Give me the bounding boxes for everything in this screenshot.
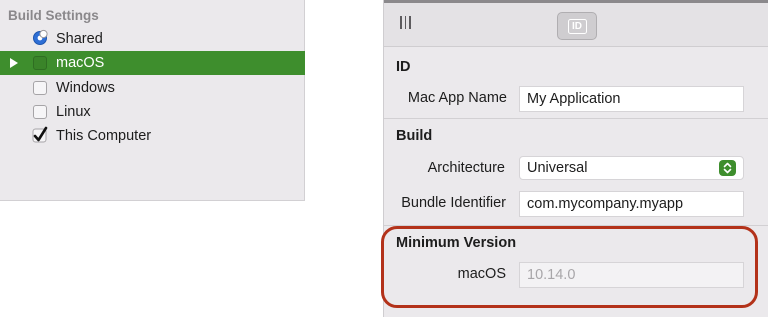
section-divider <box>384 225 768 226</box>
section-title-id: ID <box>396 59 411 75</box>
tree-item-windows[interactable]: Windows <box>0 76 305 100</box>
tab-id[interactable]: ID <box>557 12 597 40</box>
build-settings-panel: Build Settings Shared macOS Windows Linu… <box>0 0 305 201</box>
tree-item-label: This Computer <box>56 128 152 144</box>
tree-item-label: Linux <box>56 104 91 120</box>
checkmark-icon[interactable] <box>32 126 48 143</box>
tree-item-linux[interactable]: Linux <box>0 100 305 124</box>
tree-item-macos[interactable]: macOS <box>0 51 305 75</box>
tree-item-shared[interactable]: Shared <box>0 27 305 51</box>
library-icon[interactable] <box>400 16 414 30</box>
build-settings-heading: Build Settings <box>8 8 99 23</box>
architecture-label: Architecture <box>427 160 505 176</box>
tree-item-this-computer[interactable]: This Computer <box>0 124 305 148</box>
chevron-up-down-icon <box>719 160 736 176</box>
tree-item-label: Windows <box>56 80 115 96</box>
section-divider <box>384 118 768 119</box>
checkbox-icon[interactable] <box>33 56 47 70</box>
macos-minimum-version-field[interactable]: 10.14.0 <box>519 262 744 288</box>
mac-app-name-field[interactable]: My Application <box>519 86 744 112</box>
mac-app-name-label: Mac App Name <box>407 90 507 106</box>
macos-version-label: macOS <box>457 266 506 282</box>
checkbox-icon[interactable] <box>33 105 47 119</box>
tree-item-label: Shared <box>56 31 103 47</box>
architecture-select[interactable]: Universal <box>519 156 744 180</box>
architecture-value: Universal <box>527 160 588 176</box>
bundle-identifier-field[interactable]: com.mycompany.myapp <box>519 191 744 217</box>
tree-item-label: macOS <box>56 55 105 71</box>
checkbox-icon[interactable] <box>33 81 47 95</box>
section-title-build: Build <box>396 128 433 144</box>
id-card-icon: ID <box>567 18 587 34</box>
shared-radio-icon <box>33 29 48 46</box>
inspector-toolbar: ID <box>384 0 768 47</box>
section-title-minimum-version: Minimum Version <box>396 235 517 251</box>
bundle-identifier-label: Bundle Identifier <box>401 195 506 211</box>
inspector-panel: ID ID Mac App Name My Application Build … <box>383 0 768 317</box>
disclosure-triangle-icon[interactable] <box>9 57 19 69</box>
